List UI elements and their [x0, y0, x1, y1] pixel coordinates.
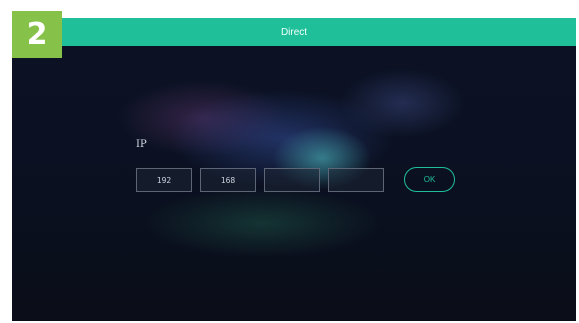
ip-label: IP [136, 139, 147, 150]
ip-octet-4-input[interactable] [328, 168, 384, 192]
ok-button[interactable]: OK [404, 167, 455, 192]
step-number: 2 [26, 17, 48, 52]
screenshot-frame: 2 Direct IP 192 168 OK [0, 0, 579, 323]
app-screen: Direct IP 192 168 OK [12, 18, 576, 321]
ip-octet-1-input[interactable]: 192 [136, 168, 192, 192]
title-bar: Direct [12, 18, 576, 46]
ip-octet-2-input[interactable]: 168 [200, 168, 256, 192]
ip-octet-3-input[interactable] [264, 168, 320, 192]
step-badge: 2 [12, 11, 62, 58]
page-title: Direct [280, 26, 308, 38]
